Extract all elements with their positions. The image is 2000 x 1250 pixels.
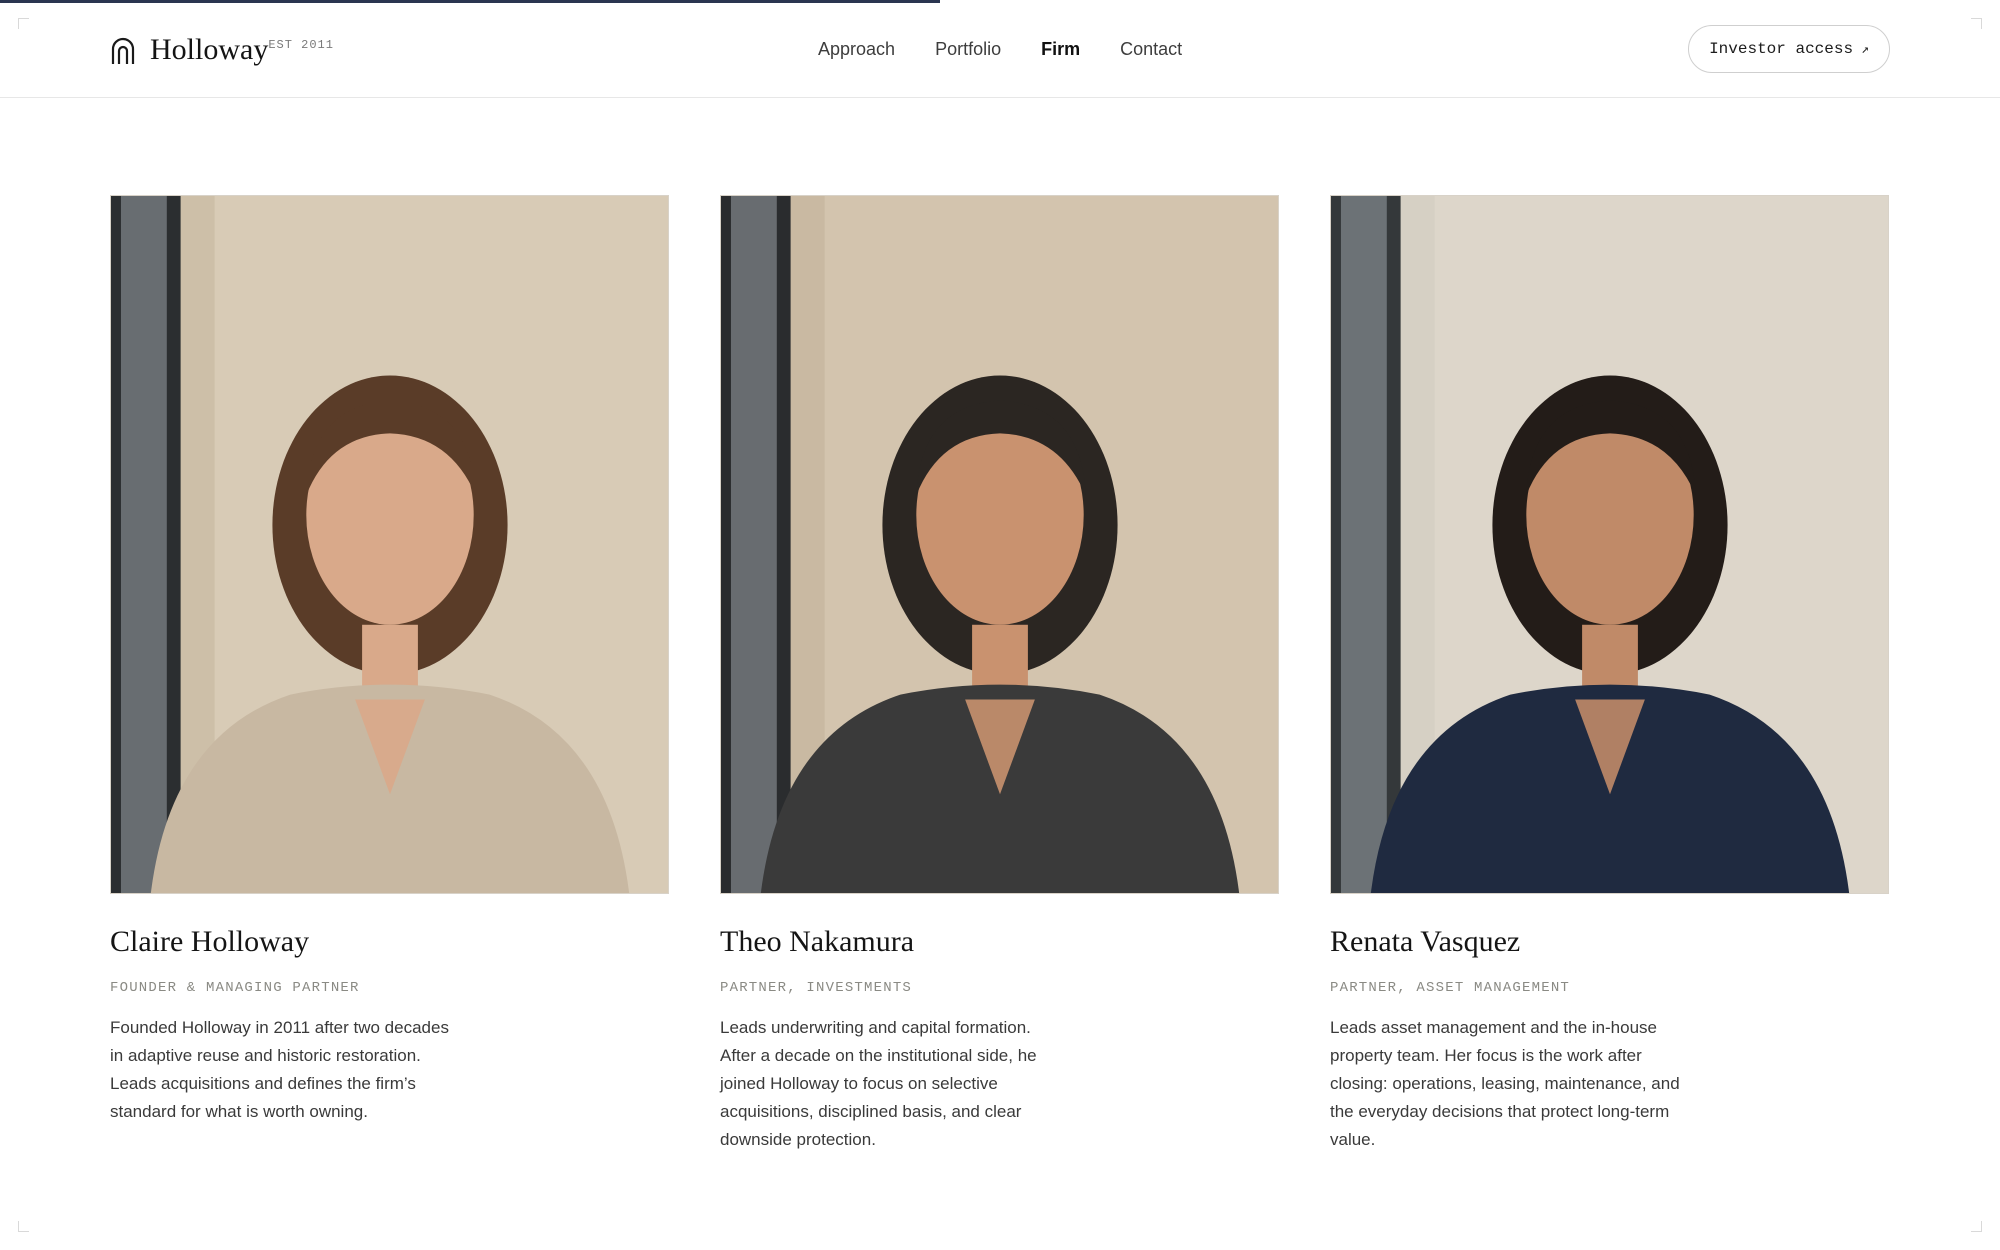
brand-logo[interactable]: Holloway EST 2011 — [110, 30, 334, 70]
brand-name: Holloway — [150, 33, 269, 66]
member-name: Claire Holloway — [110, 925, 310, 958]
member-bio: Leads asset management and the in-house … — [1330, 1018, 1680, 1149]
investor-access-label: Investor access — [1709, 40, 1854, 58]
team-card: Theo Nakamura PARTNER, INVESTMENTS Leads… — [720, 195, 1279, 1154]
member-name: Theo Nakamura — [720, 925, 915, 958]
member-role: FOUNDER & MANAGING PARTNER — [110, 980, 360, 996]
team-card: Renata Vasquez PARTNER, ASSET MANAGEMENT… — [1330, 195, 1889, 1154]
corner-mark — [1971, 1221, 1982, 1232]
nav-portfolio[interactable]: Portfolio — [935, 36, 1001, 62]
member-name: Renata Vasquez — [1330, 925, 1521, 958]
portrait-illustration — [111, 196, 668, 893]
portrait-photo — [1330, 195, 1889, 894]
portrait-photo — [720, 195, 1279, 894]
brand-est: EST 2011 — [268, 38, 334, 52]
investor-access-button[interactable]: Investor access ↗ — [1688, 25, 1890, 73]
team-grid: Claire Holloway FOUNDER & MANAGING PARTN… — [110, 195, 1889, 1154]
portrait-photo — [110, 195, 669, 894]
member-role: PARTNER, ASSET MANAGEMENT — [1330, 980, 1571, 996]
site-header: Holloway EST 2011 Approach Portfolio Fir… — [0, 0, 2000, 98]
member-bio: Leads underwriting and capital formation… — [720, 1018, 1037, 1149]
nav-approach[interactable]: Approach — [818, 36, 895, 62]
member-role: PARTNER, INVESTMENTS — [720, 980, 913, 996]
team-card: Claire Holloway FOUNDER & MANAGING PARTN… — [110, 195, 669, 1154]
nav-firm[interactable]: Firm — [1041, 36, 1080, 62]
portrait-illustration — [721, 196, 1278, 893]
portrait-illustration — [1331, 196, 1888, 893]
nav-contact[interactable]: Contact — [1120, 36, 1182, 62]
arrow-up-right-icon: ↗ — [1861, 41, 1869, 57]
arch-icon — [111, 37, 135, 64]
main-nav: Approach Portfolio Firm Contact — [818, 36, 1182, 62]
corner-mark — [18, 1221, 29, 1232]
member-bio: Founded Holloway in 2011 after two decad… — [110, 1018, 449, 1121]
